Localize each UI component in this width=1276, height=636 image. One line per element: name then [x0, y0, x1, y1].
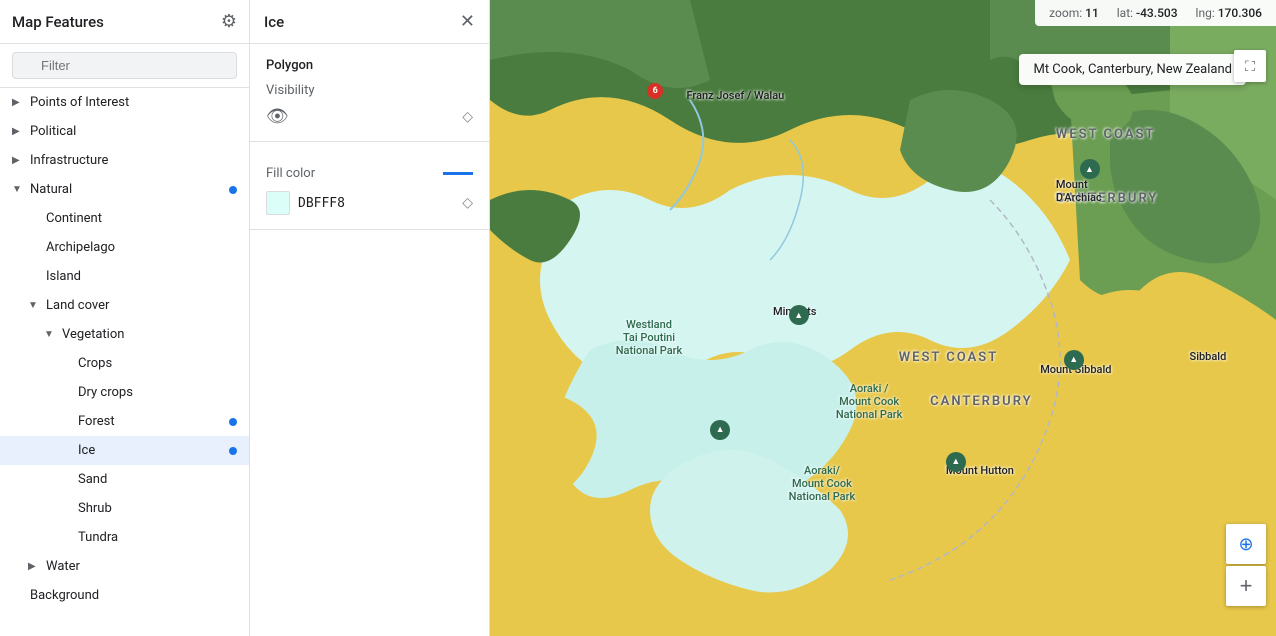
sidebar-item-water[interactable]: ▶ Water [0, 552, 249, 581]
filter-input[interactable] [12, 52, 237, 79]
nav-list: ▶ Points of Interest ▶ Political ▶ Infrastruc… [0, 88, 249, 610]
gear-icon[interactable]: ⚙ [221, 11, 237, 32]
sidebar-item-label: Archipelago [46, 240, 115, 255]
polygon-label: Polygon [266, 58, 473, 73]
fill-color-diamond-icon[interactable]: ◇ [462, 195, 473, 211]
poi-minarets[interactable] [789, 305, 809, 325]
sidebar-item-shrub[interactable]: Shrub [0, 494, 249, 523]
sidebar: Map Features ⚙ ☰ ▶ Points of Interest ▶ Pol… [0, 0, 250, 636]
sidebar-item-continent[interactable]: Continent [0, 204, 249, 233]
sidebar-item-label: Land cover [46, 298, 109, 313]
sidebar-item-vegetation[interactable]: ▼ Vegetation [0, 320, 249, 349]
red-circle-marker: 6 [647, 83, 663, 99]
polygon-section: Polygon Visibility 👁 ◇ [250, 44, 489, 142]
lng-value: 170.306 [1218, 6, 1262, 20]
fullscreen-button[interactable]: ⛶ [1234, 50, 1266, 82]
lng-label: lng: [1196, 6, 1215, 20]
poi-mt-darchiac[interactable] [1080, 159, 1100, 179]
sidebar-item-label: Island [46, 269, 81, 284]
sidebar-item-label: Forest [78, 414, 115, 429]
sidebar-item-ice[interactable]: Ice [0, 436, 249, 465]
filter-bar: ☰ [0, 44, 249, 88]
visibility-label: Visibility [266, 83, 473, 98]
fill-color-row: Fill color [266, 166, 473, 181]
map-topbar: zoom: 11 lat: -43.503 lng: 170.306 [1035, 0, 1276, 26]
sidebar-title: Map Features [12, 13, 104, 31]
sidebar-item-land-cover[interactable]: ▼ Land cover [0, 291, 249, 320]
zoom-in-button[interactable]: + [1226, 566, 1266, 606]
chevron-icon: ▶ [12, 155, 24, 166]
fill-color-line [443, 172, 473, 175]
sidebar-item-label: Infrastructure [30, 153, 108, 168]
map-svg [490, 0, 1276, 636]
poi-mt-sibbald[interactable] [1064, 350, 1084, 370]
sidebar-item-label: Background [30, 588, 99, 603]
sidebar-item-points-of-interest[interactable]: ▶ Points of Interest [0, 88, 249, 117]
chevron-icon: ▶ [12, 126, 24, 137]
zoom-value: 11 [1085, 6, 1099, 20]
eye-icon[interactable]: 👁 [266, 106, 289, 127]
active-dot [229, 186, 237, 194]
sidebar-item-label: Shrub [78, 501, 112, 516]
lat-value: -43.503 [1136, 6, 1178, 20]
zoom-label: zoom: 11 [1049, 6, 1099, 20]
red-marker-area: 6 [647, 83, 663, 99]
lat-label: lat: [1117, 6, 1133, 20]
color-hex: DBFFF8 [298, 196, 345, 211]
sidebar-item-infrastructure[interactable]: ▶ Infrastructure [0, 146, 249, 175]
chevron-icon: ▼ [44, 329, 56, 340]
map-tooltip: Mt Cook, Canterbury, New Zealand [1019, 54, 1246, 85]
fill-color-section: Fill color DBFFF8 ◇ [250, 142, 489, 230]
map-area[interactable]: zoom: 11 lat: -43.503 lng: 170.306 Mt Co… [490, 0, 1276, 636]
active-dot [229, 418, 237, 426]
chevron-icon: ▼ [28, 300, 40, 311]
sidebar-item-forest[interactable]: Forest [0, 407, 249, 436]
sidebar-item-island[interactable]: Island [0, 262, 249, 291]
chevron-icon: ▶ [28, 561, 40, 572]
sidebar-header: Map Features ⚙ [0, 0, 249, 44]
detail-panel: Ice ✕ Polygon Visibility 👁 ◇ Fill color … [250, 0, 490, 636]
sidebar-item-label: Points of Interest [30, 95, 129, 110]
fill-color-label: Fill color [266, 166, 315, 181]
visibility-diamond-icon[interactable]: ◇ [462, 109, 473, 125]
sidebar-item-label: Political [30, 124, 76, 139]
tooltip-text: Mt Cook, Canterbury, New Zealand [1033, 62, 1232, 77]
close-icon[interactable]: ✕ [460, 11, 475, 32]
sidebar-item-background[interactable]: Background [0, 581, 249, 610]
sidebar-item-label: Crops [78, 356, 112, 371]
sidebar-item-label: Tundra [78, 530, 118, 545]
detail-title: Ice [264, 13, 284, 31]
lat-info: lat: -43.503 [1117, 6, 1178, 20]
sidebar-item-label: Vegetation [62, 327, 124, 342]
zoom-label-text: zoom: [1049, 6, 1082, 20]
sidebar-item-label: Continent [46, 211, 102, 226]
detail-header: Ice ✕ [250, 0, 489, 44]
color-swatch[interactable] [266, 191, 290, 215]
chevron-icon: ▶ [12, 97, 24, 108]
active-dot [229, 447, 237, 455]
sidebar-item-label: Sand [78, 472, 107, 487]
sidebar-item-archipelago[interactable]: Archipelago [0, 233, 249, 262]
sidebar-item-dry-crops[interactable]: Dry crops [0, 378, 249, 407]
sidebar-item-label: Water [46, 559, 80, 574]
sidebar-item-label: Ice [78, 443, 95, 458]
chevron-icon: ▼ [12, 184, 24, 195]
visibility-row: 👁 ◇ [266, 106, 473, 127]
sidebar-item-tundra[interactable]: Tundra [0, 523, 249, 552]
sidebar-item-label: Natural [30, 182, 72, 197]
lng-info: lng: 170.306 [1196, 6, 1262, 20]
filter-wrap: ☰ [12, 52, 237, 79]
red-marker-number: 6 [653, 86, 658, 96]
sidebar-item-sand[interactable]: Sand [0, 465, 249, 494]
poi-mount-hutton[interactable] [946, 452, 966, 472]
color-swatch-row: DBFFF8 ◇ [266, 191, 473, 215]
sidebar-item-political[interactable]: ▶ Political [0, 117, 249, 146]
sidebar-item-natural[interactable]: ▼ Natural [0, 175, 249, 204]
sidebar-item-label: Dry crops [78, 385, 133, 400]
sidebar-item-crops[interactable]: Crops [0, 349, 249, 378]
location-button[interactable]: ⊕ [1226, 524, 1266, 564]
poi-aoraki[interactable] [710, 420, 730, 440]
